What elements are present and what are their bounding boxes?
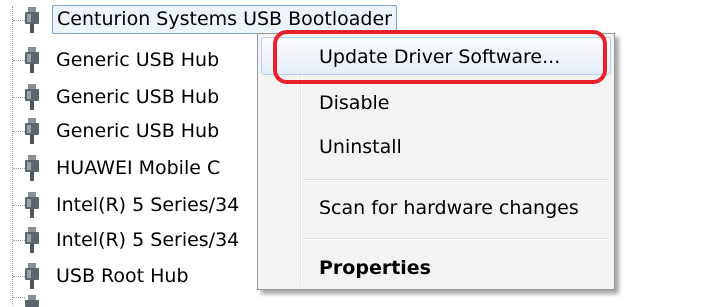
tree-item-label: Generic USB Hub	[56, 86, 220, 108]
tree-item-label: Centurion Systems USB Bootloader	[52, 5, 397, 34]
context-menu: Update Driver Software... Disable Uninst…	[257, 33, 615, 290]
menu-item-scan-hardware[interactable]: Scan for hardware changes	[261, 189, 611, 227]
menu-separator	[304, 179, 608, 181]
usb-plug-icon	[25, 295, 39, 307]
menu-item-disable[interactable]: Disable	[261, 84, 611, 122]
usb-plug-icon	[25, 118, 39, 144]
usb-plug-icon	[25, 192, 39, 218]
tree-item-label: HUAWEI Mobile C	[56, 157, 221, 179]
tree-item-label: Intel(R) 5 Series/34	[56, 229, 240, 251]
tree-item-partial[interactable]	[0, 290, 440, 307]
menu-item-label: Properties	[319, 257, 431, 279]
menu-item-label: Update Driver Software...	[319, 46, 561, 68]
menu-item-uninstall[interactable]: Uninstall	[261, 128, 611, 166]
usb-plug-icon	[25, 84, 39, 110]
usb-plug-icon	[25, 7, 39, 33]
menu-item-update-driver[interactable]: Update Driver Software...	[261, 37, 611, 75]
menu-separator	[304, 238, 608, 240]
tree-item-label: USB Root Hub	[56, 265, 189, 287]
usb-plug-icon	[25, 227, 39, 253]
menu-item-label: Uninstall	[319, 136, 402, 158]
usb-plug-icon	[25, 155, 39, 181]
menu-item-label: Disable	[319, 92, 390, 114]
tree-item-label: Generic USB Hub	[56, 49, 220, 71]
usb-plug-icon	[25, 47, 39, 73]
tree-item-label: Generic USB Hub	[56, 120, 220, 142]
tree-item-label: Intel(R) 5 Series/34	[56, 194, 240, 216]
usb-plug-icon	[25, 263, 39, 289]
menu-item-properties[interactable]: Properties	[261, 249, 611, 287]
menu-item-label: Scan for hardware changes	[319, 197, 579, 219]
